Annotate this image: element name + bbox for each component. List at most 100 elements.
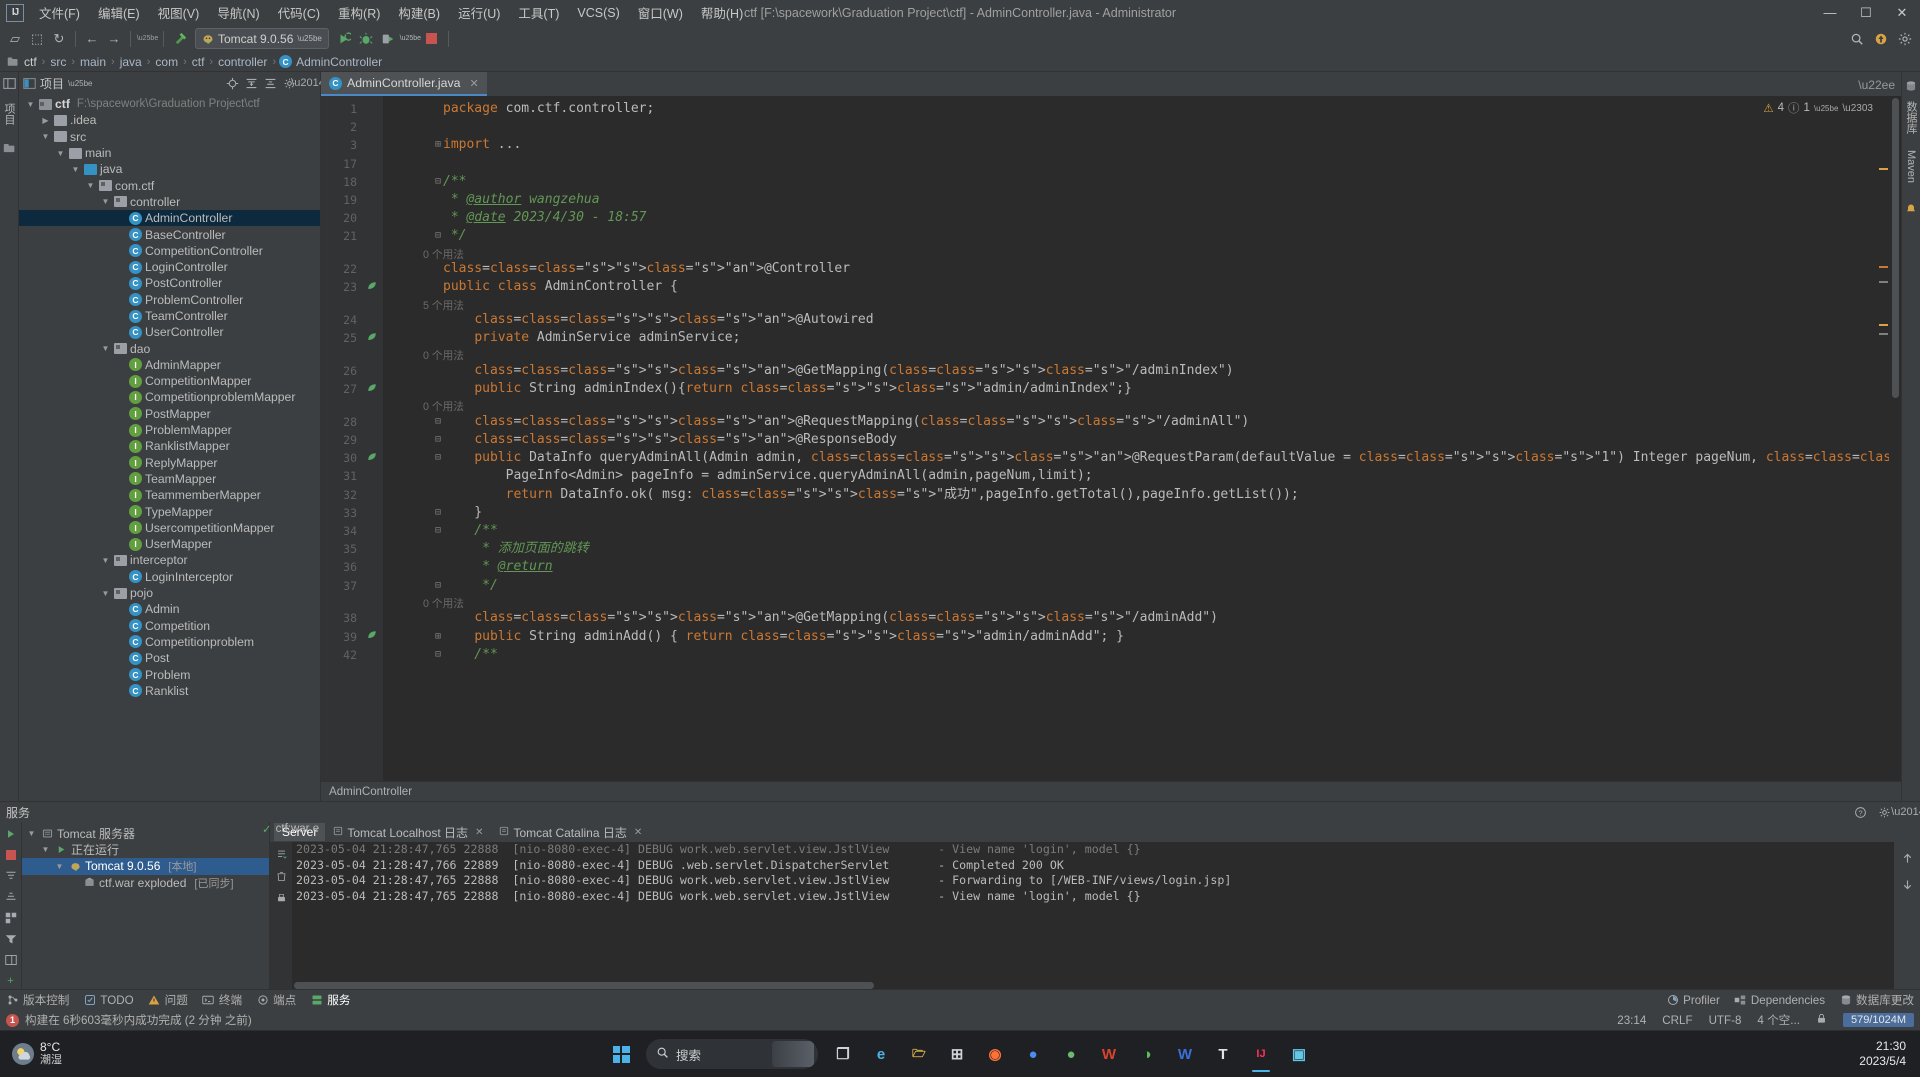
tree-arrow[interactable]: · [115,474,126,483]
tree-item-.idea[interactable]: ▶ .idea [19,112,320,128]
gutter-row[interactable]: 18 [321,173,383,191]
gutter-row[interactable]: 34 [321,522,383,540]
tree-arrow[interactable]: · [115,605,126,614]
tree-item-Ranklist[interactable]: ·CRanklist [19,683,320,699]
tree-arrow[interactable]: · [115,491,126,500]
save-all-icon[interactable]: ⬚ [26,28,48,50]
gutter-web-icon[interactable] [365,451,379,466]
menu-item-9[interactable]: VCS(S) [568,3,628,23]
marker-warning-2[interactable] [1879,324,1888,326]
tab-admincontroller[interactable]: C AdminController.java ✕ [321,72,487,96]
gutter-row[interactable]: 22 [321,260,383,278]
services-add-icon[interactable]: + [3,973,19,989]
tool-window-TODO[interactable]: TODO [83,994,134,1007]
tree-item-ProblemController[interactable]: ·CProblemController [19,292,320,308]
gutter-row[interactable]: 2 [321,118,383,136]
code-line-26[interactable]: class=class=class="s">"s">class="s">"an"… [443,362,1233,380]
tree-arrow[interactable]: · [115,637,126,646]
error-count-badge[interactable]: 1 [6,1013,19,1027]
services-grid-icon[interactable] [3,910,19,926]
service-node-ctf.war exploded[interactable]: ctf.war exploded [已同步] [22,875,269,892]
code-line-24[interactable]: class=class=class="s">"s">class="s">"an"… [443,311,873,329]
file-encoding[interactable]: UTF-8 [1709,1014,1742,1027]
gutter-row[interactable]: 3 [321,136,383,154]
tree-item-Post[interactable]: ·CPost [19,650,320,666]
tree-item-LoginInterceptor[interactable]: ·CLoginInterceptor [19,569,320,585]
memory-indicator[interactable]: 579/1024M [1842,1013,1914,1027]
marker-todo[interactable] [1879,266,1888,268]
tree-item-LoginController[interactable]: ·CLoginController [19,259,320,275]
services-expand-icon[interactable] [3,868,19,884]
gutter-row[interactable]: 25 [321,329,383,347]
back-icon[interactable]: ← [81,28,103,50]
menu-item-5[interactable]: 重构(R) [329,0,389,25]
tree-item-TeamMapper[interactable]: ·ITeamMapper [19,471,320,487]
code-line-29[interactable]: class=class=class="s">"s">class="s">"an"… [443,431,897,449]
tree-arrow[interactable]: · [115,540,126,549]
line-separator[interactable]: CRLF [1662,1014,1692,1027]
tree-arrow[interactable]: · [115,360,126,369]
tree-arrow[interactable]: · [115,523,126,532]
editor-vertical-scrollbar[interactable] [1889,96,1901,781]
tool-window-问题[interactable]: 问题 [148,992,188,1008]
tab-close-icon[interactable]: ✕ [469,77,478,90]
tool-window-Profiler[interactable]: Profiler [1666,994,1720,1007]
fold-toggle[interactable]: ⊟ [435,522,441,540]
services-collapse-icon[interactable] [3,889,19,905]
tree-item-TeamController[interactable]: ·CTeamController [19,308,320,324]
gutter-row[interactable]: 20 [321,209,383,227]
project-rail-label[interactable]: 项目 [1,103,17,125]
inspection-collapse-icon[interactable]: \u2303 [1842,103,1873,114]
tree-item-Competitionproblem[interactable]: ·CCompetitionproblem [19,634,320,650]
breadcrumb-item-ctf[interactable]: ctf [22,55,39,69]
tree-item-AdminMapper[interactable]: ·IAdminMapper [19,357,320,373]
log-horizontal-scrollbar[interactable] [292,982,1894,989]
collapse-all-icon[interactable] [262,75,278,91]
log-print-icon[interactable] [273,890,289,906]
gutter-bean-icon[interactable] [365,280,379,295]
gutter-web-icon[interactable] [365,382,379,397]
tree-arrow[interactable]: · [115,377,126,386]
tree-arrow[interactable]: ▼ [40,132,51,141]
code-line-22[interactable]: class=class=class="s">"s">class="s">"an"… [443,260,850,278]
tree-arrow[interactable]: ▼ [25,100,36,109]
tree-arrow[interactable]: · [115,409,126,418]
breadcrumb-item-src[interactable]: src [48,55,68,69]
gutter-row[interactable]: 27 [321,380,383,398]
tree-item-main[interactable]: ▼ main [19,145,320,161]
taskbar-app-typora[interactable]: T [1204,1034,1242,1074]
code-line-37[interactable]: */ [443,577,498,595]
maven-rail-label[interactable]: Maven [1905,150,1917,183]
tree-item-pojo[interactable]: ▼ pojo [19,585,320,601]
log-tab-2[interactable]: Tomcat Catalina 日志 ✕ [491,822,650,843]
marker-info-2[interactable] [1879,333,1888,335]
search-everywhere-icon[interactable] [1846,28,1868,50]
log-up-arrow-icon[interactable] [1899,850,1915,866]
run-with-coverage-button[interactable] [377,28,399,50]
structure-icon[interactable] [2,141,17,156]
gutter-row[interactable]: 1 [321,100,383,118]
project-tree[interactable]: ▼ ctf F:\spacework\Graduation Project\ctf ▶… [19,94,320,801]
tree-arrow[interactable]: · [115,214,126,223]
code-line-21[interactable]: */ [443,227,467,245]
code-line-32[interactable]: return DataInfo.ok( msg: class=class="s"… [443,486,1299,504]
gutter-row[interactable]: 42 [321,646,383,664]
profile-icon[interactable]: \u25be [136,28,158,50]
code-line-31[interactable]: PageInfo<Admin> pageInfo = adminService.… [443,467,1093,485]
menu-item-3[interactable]: 导航(N) [208,0,268,25]
build-hammer-icon[interactable] [169,28,191,50]
gutter-row[interactable]: 23 [321,278,383,296]
tree-item-RanklistMapper[interactable]: ·IRanklistMapper [19,438,320,454]
service-arrow[interactable]: ▼ [26,829,37,838]
menu-item-2[interactable]: 视图(V) [149,0,209,25]
service-node-Tomcat 服务器[interactable]: ▼ Tomcat 服务器 [22,825,269,842]
fold-toggle[interactable]: ⊟ [435,646,441,664]
gutter-row[interactable]: 30 [321,449,383,467]
taskbar-clock[interactable]: 21:30 2023/5/4 [1859,1039,1906,1069]
code-line-36[interactable]: * @return [443,558,552,576]
tool-window-服务[interactable]: 服务 [310,992,350,1008]
fold-toggle[interactable]: ⊞ [435,136,441,154]
tree-item-interceptor[interactable]: ▼ interceptor [19,552,320,568]
tree-arrow[interactable]: · [115,295,126,304]
taskbar-app-firefox[interactable]: ◉ [976,1034,1014,1074]
